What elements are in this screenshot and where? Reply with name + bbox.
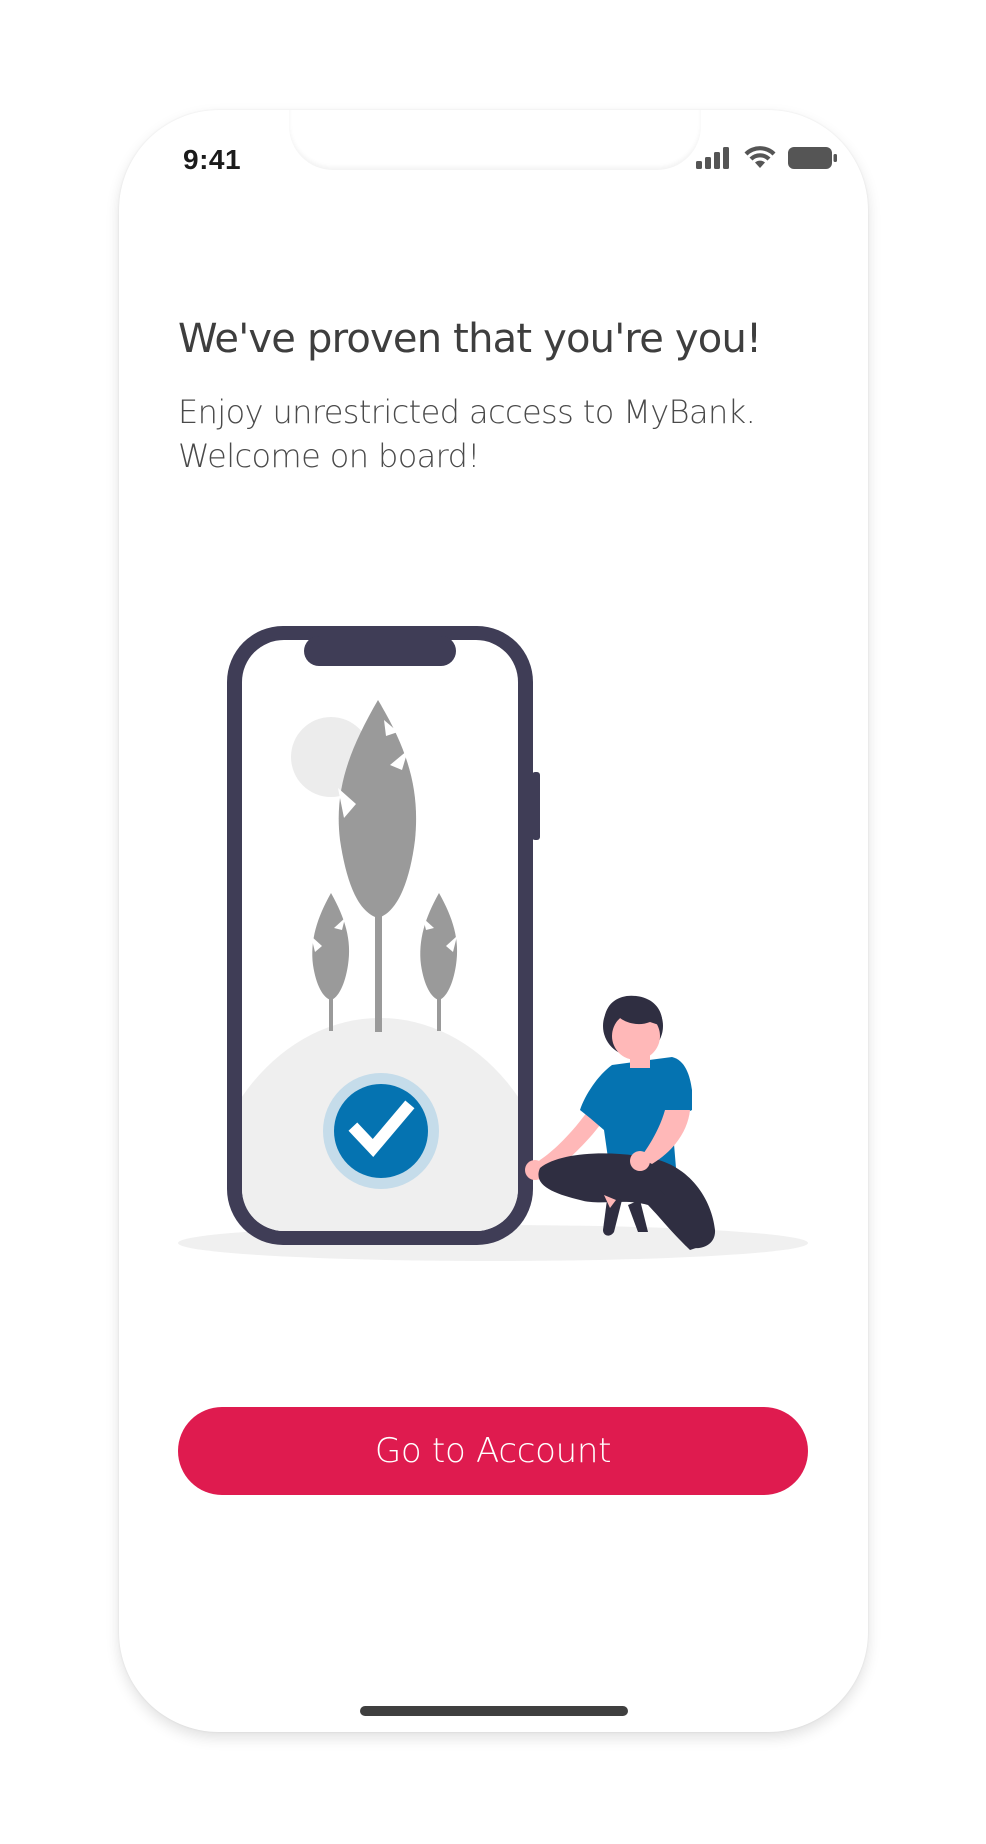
page-title: We've proven that you're you! [178,316,762,362]
home-indicator[interactable] [360,1706,628,1716]
go-to-account-button[interactable]: Go to Account [178,1407,808,1495]
status-time: 9:41 [183,144,242,175]
signal-icon [696,147,732,173]
battery-icon [788,146,838,174]
wifi-icon [744,146,776,174]
subtitle-line-1: Enjoy unrestricted access to MyBank. [178,393,756,431]
screen: 9:41 We've proven that you're you! Enjoy… [0,0,986,1844]
status-bar: 9:41 [119,110,868,210]
status-icons [696,146,838,174]
subtitle-line-2: Welcome on board! [178,437,480,475]
page-subtitle: Enjoy unrestricted access to MyBank. Wel… [178,390,818,478]
